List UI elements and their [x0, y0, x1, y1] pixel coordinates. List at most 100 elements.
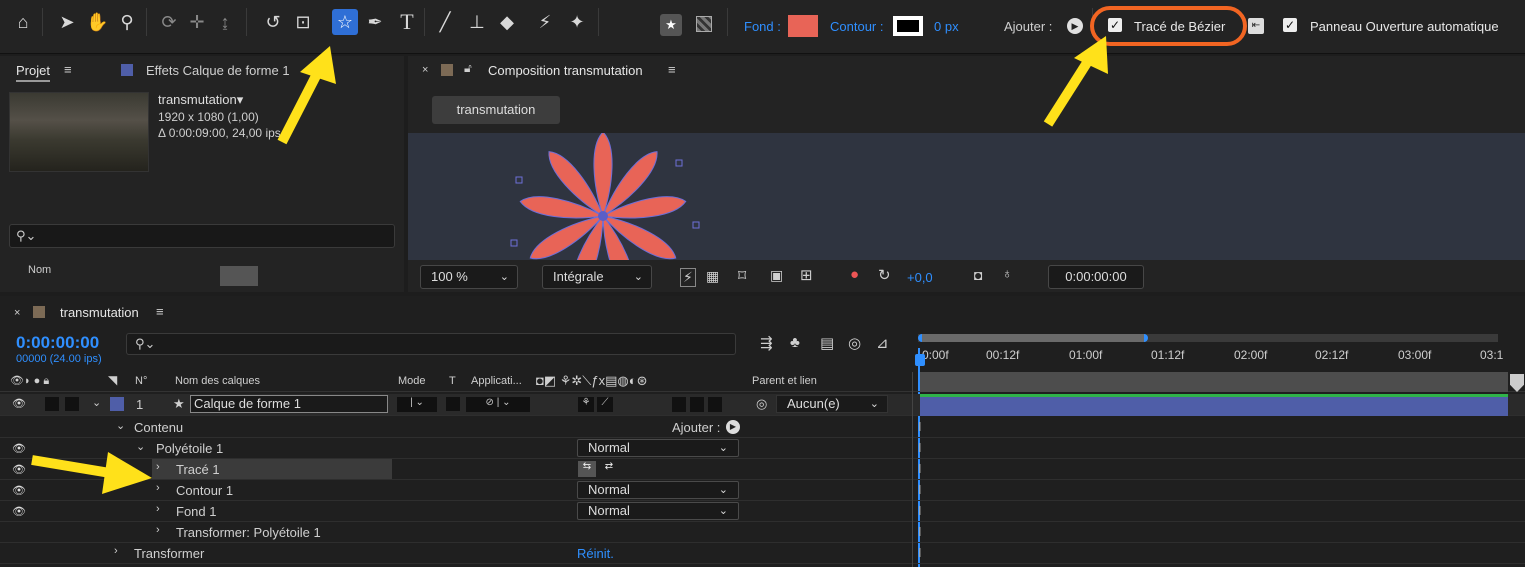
clone-stamp-icon[interactable]: ⊥ [466, 11, 488, 33]
header-mode[interactable]: Mode [398, 375, 426, 387]
zoom-dropdown[interactable]: 100 % ⌄ [420, 265, 518, 289]
current-time[interactable]: 0:00:00:00 [16, 333, 99, 353]
auto-open-checkbox[interactable]: ✓ [1283, 18, 1297, 32]
work-area-range[interactable] [918, 334, 1148, 342]
blend-mode-dropdown[interactable]: Normal ⌄ [577, 502, 739, 520]
hand-icon[interactable]: ✋ [86, 11, 108, 33]
menu-icon[interactable]: ≡ [64, 62, 72, 77]
stroke-width-value[interactable]: 0 px [934, 19, 959, 34]
home-icon[interactable]: ⌂ [12, 11, 34, 33]
lock-icon[interactable]: 🔓︎ [464, 61, 472, 76]
show-snapshot-icon[interactable]: ♁ [1002, 265, 1013, 281]
eye-icon[interactable]: 👁︎ [12, 463, 26, 476]
expand-chevron-icon[interactable]: ⌄ [116, 419, 125, 432]
comp-flowchart-icon[interactable]: ⇶ [760, 334, 773, 352]
add-menu-icon[interactable]: ▶ [1067, 18, 1083, 34]
pickwhip-icon[interactable]: ◎ [756, 396, 767, 412]
menu-icon[interactable]: ≡ [156, 304, 164, 319]
header-parent[interactable]: Parent et lien [752, 375, 817, 387]
stroke-color-swatch[interactable] [893, 16, 923, 36]
parent-dropdown[interactable]: Aucun(e) ⌄ [776, 395, 888, 413]
pen-icon[interactable]: ✒ [364, 11, 386, 33]
grid-guides-icon[interactable]: ⊞ [800, 266, 813, 284]
layer-name-field[interactable]: Calque de forme 1 [190, 395, 388, 413]
selection-arrow-icon[interactable]: ➤ [56, 11, 78, 33]
path-vertex-handle[interactable] [692, 221, 700, 229]
column-name-header[interactable]: Nom [28, 264, 51, 276]
tab-timeline[interactable]: transmutation [60, 305, 139, 320]
fill-color-swatch[interactable] [788, 15, 818, 37]
exposure-value[interactable]: +0,0 [907, 270, 933, 285]
track-matte-dropdown[interactable]: ⊘ | ⌄ [466, 397, 530, 412]
audio-switch[interactable] [45, 397, 59, 411]
property-row-transform[interactable]: › Transformer Réinit. I [0, 543, 1525, 564]
puppet-pin-icon[interactable]: ✦ [566, 11, 588, 33]
layer-switch-motionblur[interactable] [690, 397, 704, 412]
eraser-icon[interactable]: ◆ [496, 11, 518, 33]
shape-mask-icon[interactable] [696, 16, 712, 32]
expand-chevron-icon[interactable]: ⌄ [92, 396, 101, 409]
property-row-content[interactable]: ⌄ Contenu Ajouter : ▶ I [0, 417, 1525, 438]
panel-toggle-icon[interactable]: ⇤ [1248, 18, 1264, 34]
orbit-camera-icon[interactable]: ⟳ [158, 11, 180, 33]
color-depth-swatch[interactable] [220, 266, 258, 286]
header-layer-name[interactable]: Nom des calques [175, 375, 260, 387]
roto-brush-icon[interactable]: ⚡ [534, 11, 556, 33]
text-icon[interactable]: T [396, 11, 418, 33]
resolution-dropdown[interactable]: Intégrale ⌄ [542, 265, 652, 289]
reset-link[interactable]: Réinit. [577, 546, 614, 561]
eye-icon[interactable]: 👁︎ [12, 505, 26, 518]
project-search-input[interactable]: ⚲⌄ [9, 224, 395, 248]
path-vertex-handle[interactable] [510, 239, 518, 247]
add-content-label[interactable]: Ajouter : [672, 420, 720, 435]
timeline-search-input[interactable]: ⚲⌄ [126, 333, 736, 355]
layer-switch-shy[interactable]: ⚘ [578, 397, 594, 412]
blend-mode-dropdown[interactable]: Normal ⌄ [577, 439, 739, 457]
anchor-point[interactable] [598, 211, 608, 221]
channel-icon[interactable]: ● [850, 266, 859, 283]
tab-project[interactable]: Projet [16, 63, 50, 82]
zoom-icon[interactable]: ⚲ [116, 11, 138, 33]
blend-mode-dropdown[interactable]: Normal ⌄ [577, 481, 739, 499]
add-content-icon[interactable]: ▶ [726, 420, 740, 434]
pan-behind-icon[interactable]: ✛ [186, 11, 208, 33]
graph-editor-icon[interactable]: ⊿ [876, 334, 889, 352]
frame-blending-icon[interactable]: ▤ [820, 334, 834, 352]
shy-layers-icon[interactable]: ♣ [790, 334, 800, 351]
header-track-matte[interactable]: Applicati... [471, 375, 522, 387]
path-direction-button[interactable]: ⇆ [578, 461, 596, 477]
layer-switch-3d[interactable] [708, 397, 722, 412]
tab-effects[interactable]: Effets Calque de forme 1 [146, 63, 290, 78]
expand-chevron-icon[interactable]: › [156, 524, 160, 536]
property-row-stroke[interactable]: 👁︎ › Contour 1 Normal ⌄ I [0, 480, 1525, 501]
path-reverse-button[interactable]: ⇄ [600, 461, 618, 477]
polystar-shape[interactable] [503, 133, 703, 260]
preserve-transparency-toggle[interactable] [446, 397, 460, 411]
viewer-timecode[interactable]: 0:00:00:00 [1048, 265, 1144, 289]
fast-preview-icon[interactable]: ⚡ [680, 268, 696, 287]
comp-thumbnail[interactable] [9, 92, 149, 172]
solo-switch[interactable] [65, 397, 79, 411]
playhead-handle[interactable] [915, 354, 925, 366]
snapshot-camera-icon[interactable]: ◘ [974, 267, 982, 283]
mode-dropdown-small[interactable]: | ⌄ [397, 397, 437, 412]
time-ruler[interactable]: 0:00f 00:12f 01:00f 01:12f 02:00f 02:12f… [918, 344, 1525, 370]
auto-open-label[interactable]: Panneau Ouverture automatique [1310, 19, 1499, 34]
transparency-grid-icon[interactable]: ▦ [706, 268, 719, 285]
comp-nav-button[interactable]: transmutation [432, 96, 560, 124]
property-row-fill[interactable]: 👁︎ › Fond 1 Normal ⌄ I [0, 501, 1525, 522]
property-row-polystar[interactable]: 👁︎ ⌄ Polyétoile 1 Normal ⌄ I [0, 438, 1525, 459]
eye-icon[interactable]: 👁︎ [12, 484, 26, 497]
tab-composition[interactable]: Composition transmutation [488, 63, 643, 78]
label-color-swatch[interactable] [110, 397, 124, 411]
composition-canvas[interactable] [408, 133, 1525, 260]
property-row-transform-polystar[interactable]: › Transformer: Polyétoile 1 I [0, 522, 1525, 543]
reset-exposure-icon[interactable]: ↻ [878, 266, 891, 284]
stroke-label[interactable]: Contour : [830, 19, 883, 34]
close-icon[interactable]: × [422, 64, 428, 76]
layer-switch-fx[interactable] [672, 397, 686, 412]
star-shape-icon[interactable]: ☆ [332, 9, 358, 35]
eye-icon[interactable]: 👁︎ [12, 397, 26, 410]
path-vertex-handle[interactable] [675, 159, 683, 167]
shape-fill-star-icon[interactable]: ★ [660, 14, 682, 36]
